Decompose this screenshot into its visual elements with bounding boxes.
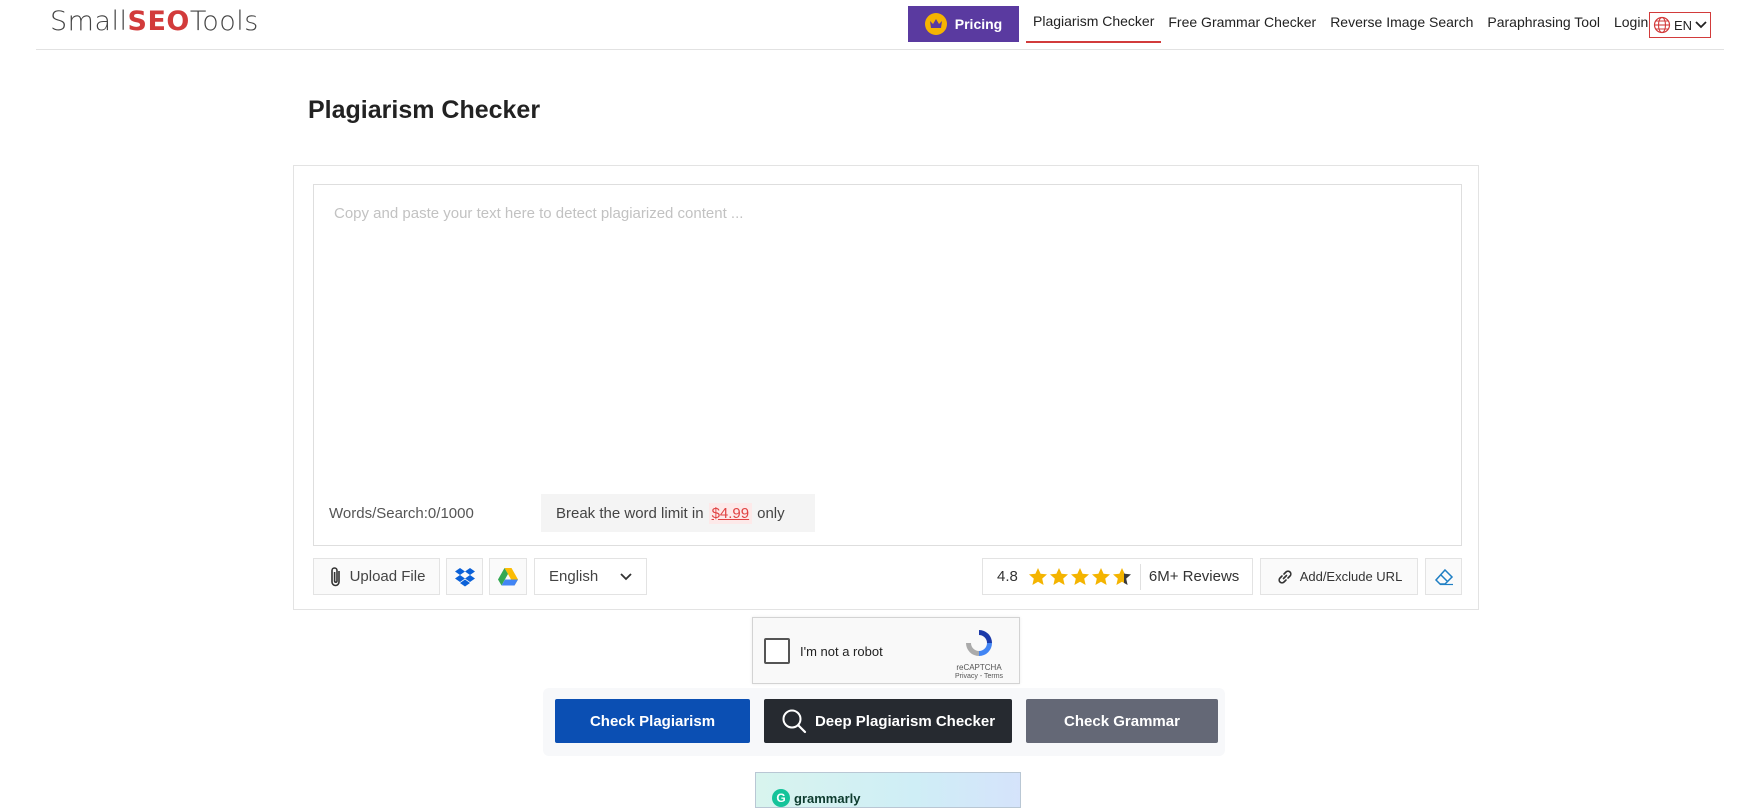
rating-widget: 4.8 6M+ Reviews bbox=[982, 558, 1253, 595]
dropbox-button[interactable] bbox=[446, 558, 483, 595]
language-selector[interactable]: EN bbox=[1649, 12, 1711, 38]
grammarly-logo: G grammarly bbox=[772, 789, 860, 807]
recaptcha-brand: reCAPTCHA bbox=[956, 663, 1002, 672]
check-grammar-button[interactable]: Check Grammar bbox=[1026, 699, 1218, 743]
check-plagiarism-button[interactable]: Check Plagiarism bbox=[555, 699, 750, 743]
logo-text-tools: Tools bbox=[189, 6, 259, 37]
pricing-label: Pricing bbox=[954, 16, 1003, 32]
dropbox-icon bbox=[454, 567, 475, 586]
google-drive-icon bbox=[498, 567, 518, 585]
clear-text-button[interactable] bbox=[1425, 558, 1462, 595]
limit-prefix: Break the word limit in bbox=[556, 504, 704, 522]
chevron-down-icon bbox=[620, 572, 632, 580]
grammarly-g-icon: G bbox=[772, 789, 790, 807]
main-nav: Plagiarism Checker Free Grammar Checker … bbox=[1026, 0, 1655, 44]
chevron-down-icon bbox=[1695, 21, 1707, 29]
language-selected: English bbox=[549, 568, 599, 585]
deep-checker-label: Deep Plagiarism Checker bbox=[814, 712, 996, 730]
star-icon bbox=[1070, 568, 1089, 585]
nav-login[interactable]: Login bbox=[1607, 1, 1655, 43]
recaptcha-logo-icon bbox=[966, 630, 992, 656]
logo-text-seo: SEO bbox=[127, 6, 190, 37]
checker-card: Words/Search:0/1000 Break the word limit… bbox=[293, 165, 1479, 610]
star-icon bbox=[1028, 568, 1047, 585]
site-logo[interactable]: Small SEO Tools bbox=[50, 6, 259, 42]
half-star-icon bbox=[1112, 568, 1131, 585]
nav-reverse-image-search[interactable]: Reverse Image Search bbox=[1323, 1, 1480, 43]
add-exclude-url-button[interactable]: Add/Exclude URL bbox=[1260, 558, 1418, 595]
nav-plagiarism-checker[interactable]: Plagiarism Checker bbox=[1026, 1, 1162, 43]
add-url-label: Add/Exclude URL bbox=[1299, 569, 1403, 584]
reviews-label: 6M+ Reviews bbox=[1148, 568, 1240, 585]
limit-suffix: only bbox=[757, 504, 785, 522]
grammarly-brand: grammarly bbox=[794, 790, 861, 806]
recaptcha-widget: I'm not a robot reCAPTCHA Privacy - Term… bbox=[752, 617, 1020, 684]
upload-file-label: Upload File bbox=[349, 568, 426, 585]
paperclip-icon bbox=[330, 566, 340, 586]
recaptcha-label: I'm not a robot bbox=[800, 644, 883, 659]
logo-text-small: Small bbox=[50, 6, 128, 37]
deep-plagiarism-checker-button[interactable]: Deep Plagiarism Checker bbox=[764, 699, 1012, 743]
recaptcha-checkbox[interactable] bbox=[764, 638, 790, 664]
recaptcha-terms-link[interactable]: Privacy - Terms bbox=[949, 673, 1009, 680]
star-icon bbox=[1049, 568, 1068, 585]
nav-free-grammar-checker[interactable]: Free Grammar Checker bbox=[1161, 1, 1323, 43]
rating-value: 4.8 bbox=[997, 568, 1018, 585]
grammarly-ad-banner[interactable]: G grammarly bbox=[755, 772, 1021, 808]
search-icon bbox=[782, 709, 807, 734]
star-icon bbox=[1091, 568, 1110, 585]
text-editor: Words/Search:0/1000 Break the word limit… bbox=[313, 184, 1462, 546]
limit-price-link[interactable]: $4.99 bbox=[708, 502, 753, 524]
pricing-button[interactable]: Pricing bbox=[908, 6, 1019, 42]
text-input[interactable] bbox=[314, 185, 1461, 485]
nav-paraphrasing-tool[interactable]: Paraphrasing Tool bbox=[1480, 1, 1607, 43]
word-limit-banner: Break the word limit in $4.99 only bbox=[541, 494, 815, 532]
upload-file-button[interactable]: Upload File bbox=[313, 558, 440, 595]
globe-icon bbox=[1653, 16, 1671, 34]
site-header: Small SEO Tools Pricing Plagiarism Checker… bbox=[36, 0, 1724, 50]
rating-divider bbox=[1139, 563, 1141, 590]
rating-stars bbox=[1028, 567, 1132, 586]
google-drive-button[interactable] bbox=[489, 558, 527, 595]
link-icon bbox=[1278, 569, 1292, 584]
eraser-icon bbox=[1434, 568, 1453, 585]
language-dropdown[interactable]: English bbox=[534, 558, 647, 595]
page-title: Plagiarism Checker bbox=[308, 96, 541, 124]
language-code: EN bbox=[1673, 17, 1693, 33]
crown-icon bbox=[924, 13, 947, 35]
word-count: Words/Search:0/1000 bbox=[329, 505, 474, 522]
